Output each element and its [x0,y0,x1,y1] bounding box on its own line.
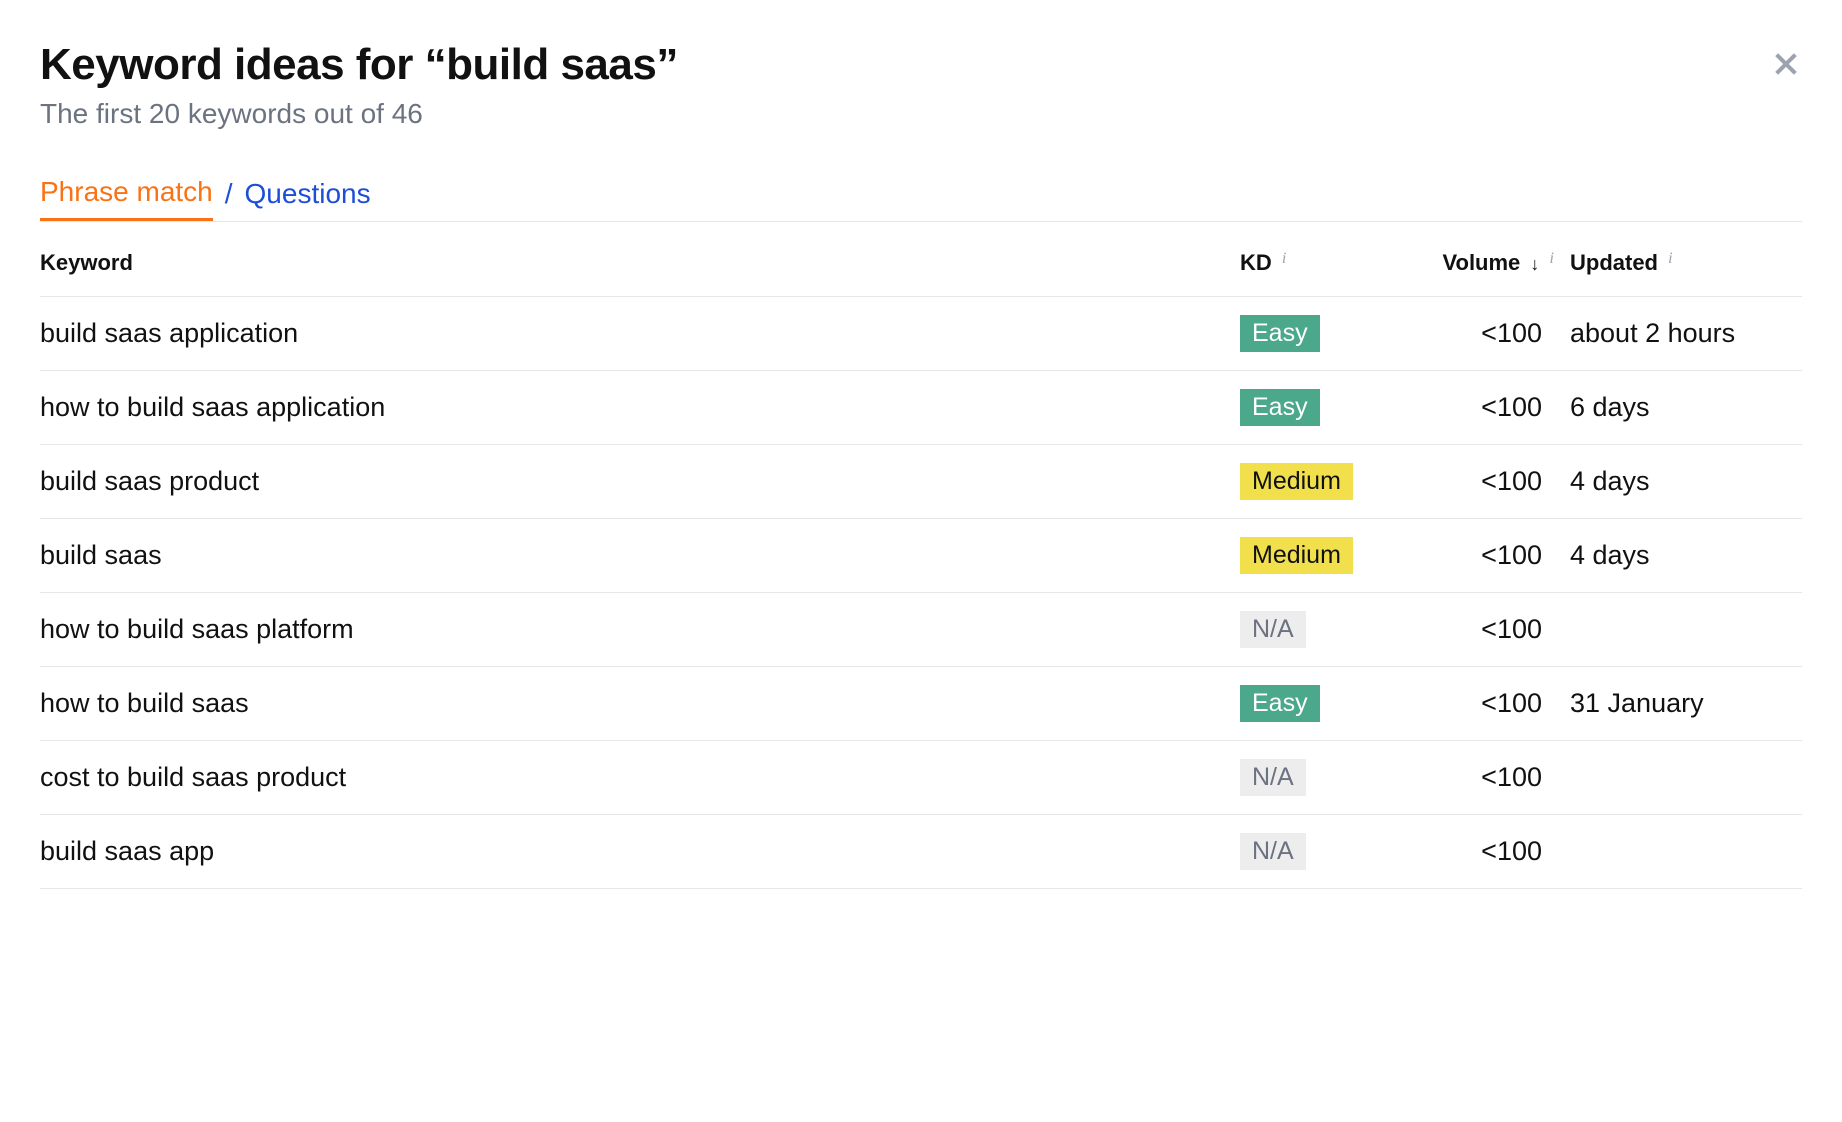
cell-volume: <100 [1402,667,1562,741]
cell-kd: Medium [1232,445,1402,519]
kd-badge: Easy [1240,389,1320,426]
cell-updated: 4 days [1562,519,1802,593]
cell-keyword: how to build saas [40,667,1232,741]
table-row[interactable]: how to build saas applicationEasy <1006 d… [40,371,1802,445]
cell-keyword: build saas [40,519,1232,593]
table-row[interactable]: build saasMedium <1004 days [40,519,1802,593]
kd-badge: Medium [1240,463,1353,500]
col-kd[interactable]: KD i [1232,222,1402,297]
kd-badge: Easy [1240,685,1320,722]
cell-updated [1562,741,1802,815]
cell-updated: 6 days [1562,371,1802,445]
cell-updated: 31 January [1562,667,1802,741]
cell-updated: 4 days [1562,445,1802,519]
cell-volume: <100 [1402,445,1562,519]
col-keyword[interactable]: Keyword [40,222,1232,297]
kd-badge: Easy [1240,315,1320,352]
tab-separator: / [225,178,233,220]
kd-badge: N/A [1240,759,1306,796]
table-row[interactable]: cost to build saas productN/A <100 [40,741,1802,815]
sort-desc-icon: ↓ [1530,254,1539,275]
table-row[interactable]: build saas appN/A <100 [40,815,1802,889]
info-icon[interactable]: i [1282,250,1286,268]
cell-keyword: build saas app [40,815,1232,889]
col-updated[interactable]: Updated i [1562,222,1802,297]
cell-updated [1562,815,1802,889]
cell-updated [1562,593,1802,667]
cell-kd: Medium [1232,519,1402,593]
col-keyword-label: Keyword [40,250,133,275]
col-kd-label: KD [1240,250,1272,275]
kd-badge: N/A [1240,611,1306,648]
table-row[interactable]: how to build saas platformN/A <100 [40,593,1802,667]
page-title: Keyword ideas for “build saas” [40,40,678,90]
table-row[interactable]: how to build saasEasy <10031 January [40,667,1802,741]
col-volume[interactable]: Volume ↓ i [1402,222,1562,297]
page-subtitle: The first 20 keywords out of 46 [40,98,678,130]
tab-questions[interactable]: Questions [245,178,371,220]
cell-keyword: build saas product [40,445,1232,519]
close-icon [1770,48,1802,80]
cell-volume: <100 [1402,371,1562,445]
cell-volume: <100 [1402,815,1562,889]
cell-keyword: how to build saas application [40,371,1232,445]
table-row[interactable]: build saas productMedium <1004 days [40,445,1802,519]
cell-keyword: how to build saas platform [40,593,1232,667]
tab-phrase-match[interactable]: Phrase match [40,176,213,221]
col-updated-label: Updated [1570,250,1658,275]
kd-badge: N/A [1240,833,1306,870]
keywords-table: Keyword KD i Volume ↓ i Updated i build … [40,221,1802,889]
cell-kd: Easy [1232,667,1402,741]
tabs: Phrase match / Questions [40,176,1802,221]
cell-kd: N/A [1232,741,1402,815]
cell-updated: about 2 hours [1562,297,1802,371]
cell-volume: <100 [1402,519,1562,593]
cell-kd: N/A [1232,815,1402,889]
close-button[interactable] [1770,48,1802,85]
cell-keyword: cost to build saas product [40,741,1232,815]
cell-volume: <100 [1402,297,1562,371]
table-row[interactable]: build saas applicationEasy <100about 2 ho… [40,297,1802,371]
col-volume-label: Volume [1442,250,1520,275]
cell-volume: <100 [1402,593,1562,667]
info-icon[interactable]: i [1668,250,1672,268]
cell-volume: <100 [1402,741,1562,815]
cell-keyword: build saas application [40,297,1232,371]
cell-kd: Easy [1232,297,1402,371]
cell-kd: Easy [1232,371,1402,445]
cell-kd: N/A [1232,593,1402,667]
info-icon[interactable]: i [1550,250,1554,268]
kd-badge: Medium [1240,537,1353,574]
